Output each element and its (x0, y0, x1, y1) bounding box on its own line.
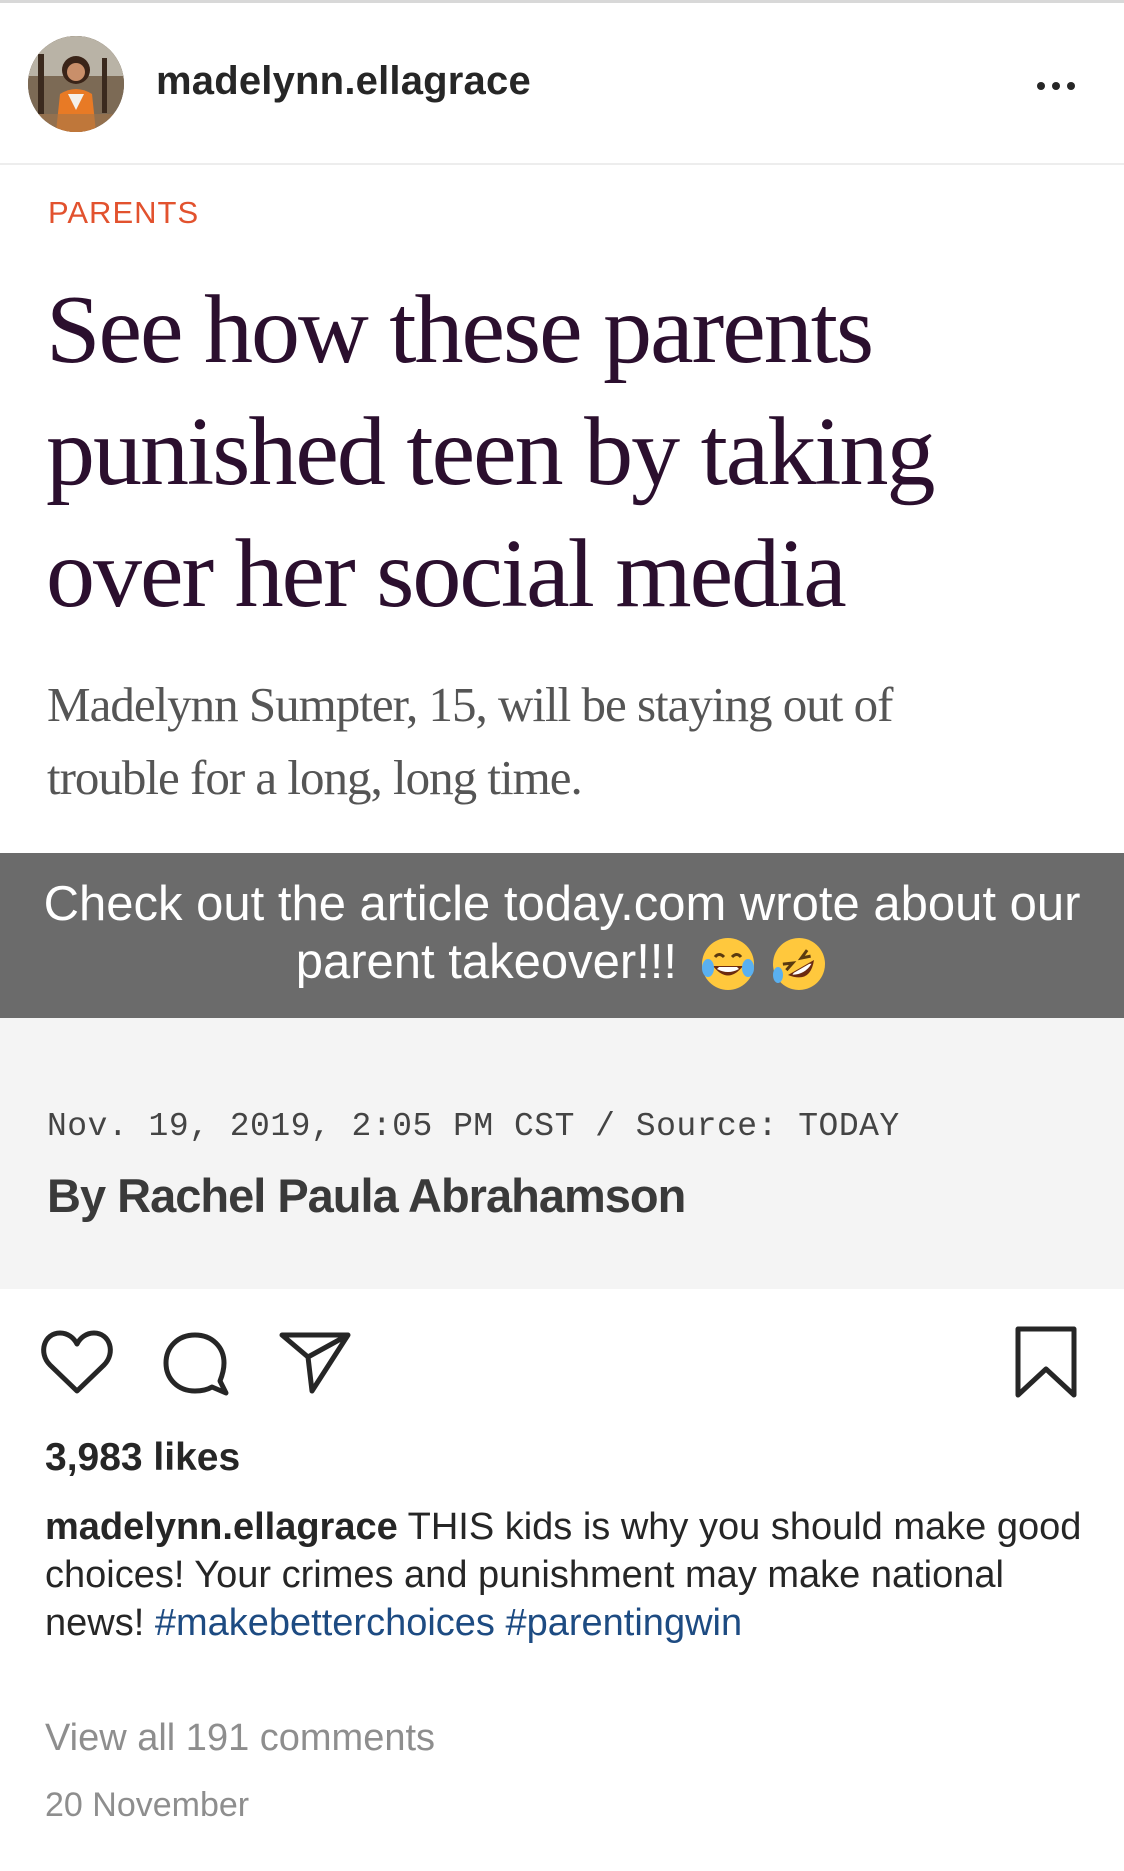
dot (1037, 82, 1045, 90)
post-image[interactable]: PARENTS See how these parents punished t… (0, 165, 1124, 1289)
comment-icon[interactable] (160, 1329, 232, 1399)
avatar[interactable] (28, 36, 124, 132)
banner-line: parent takeover!!! (295, 935, 678, 989)
hashtag-link[interactable]: #parentingwin (505, 1602, 742, 1644)
dot (1067, 82, 1075, 90)
post-caption: madelynn.ellagrace THIS kids is why you … (45, 1503, 1085, 1647)
article-dateline: Nov. 19, 2019, 2:05 PM CST / Source: TOD… (47, 1108, 900, 1145)
article-headline: See how these parents punished teen by t… (46, 269, 1106, 635)
caption-banner: Check out the article today.com wrote ab… (0, 853, 1124, 1018)
send-icon[interactable] (278, 1329, 352, 1395)
article-subhead: Madelynn Sumpter, 15, will be staying ou… (47, 668, 1047, 814)
banner-line-2: parent takeover!!! (0, 933, 1124, 996)
article-meta-panel: Nov. 19, 2019, 2:05 PM CST / Source: TOD… (0, 1018, 1124, 1289)
hashtag-link[interactable]: #makebetterchoices (155, 1602, 495, 1644)
article-byline: By Rachel Paula Abrahamson (47, 1169, 686, 1222)
headline-line: over her social media (46, 520, 847, 628)
caption-author[interactable]: madelynn.ellagrace (45, 1506, 398, 1548)
rolling-on-floor-laughing-emoji-icon (773, 937, 826, 990)
post-date: 20 November (45, 1786, 250, 1824)
bookmark-icon[interactable] (1014, 1325, 1078, 1399)
post-actions (0, 1289, 1124, 1419)
subhead-line: Madelynn Sumpter, 15, will be staying ou… (47, 677, 893, 732)
emojis (699, 935, 829, 996)
view-comments-link[interactable]: View all 191 comments (45, 1717, 435, 1760)
likes-count[interactable]: 3,983 likes (45, 1436, 240, 1480)
post-header: madelynn.ellagrace (0, 3, 1124, 163)
article-category: PARENTS (48, 195, 200, 230)
banner-line: Check out the article today.com wrote ab… (43, 877, 1081, 931)
dot (1052, 82, 1060, 90)
more-options-icon[interactable] (1030, 61, 1082, 111)
heart-icon[interactable] (40, 1329, 114, 1395)
tears-of-joy-emoji-icon (701, 937, 754, 990)
subhead-line: trouble for a long, long time. (47, 750, 583, 805)
post-username[interactable]: madelynn.ellagrace (156, 59, 531, 104)
headline-line: See how these parents (46, 276, 874, 384)
headline-line: punished teen by taking (46, 398, 936, 506)
